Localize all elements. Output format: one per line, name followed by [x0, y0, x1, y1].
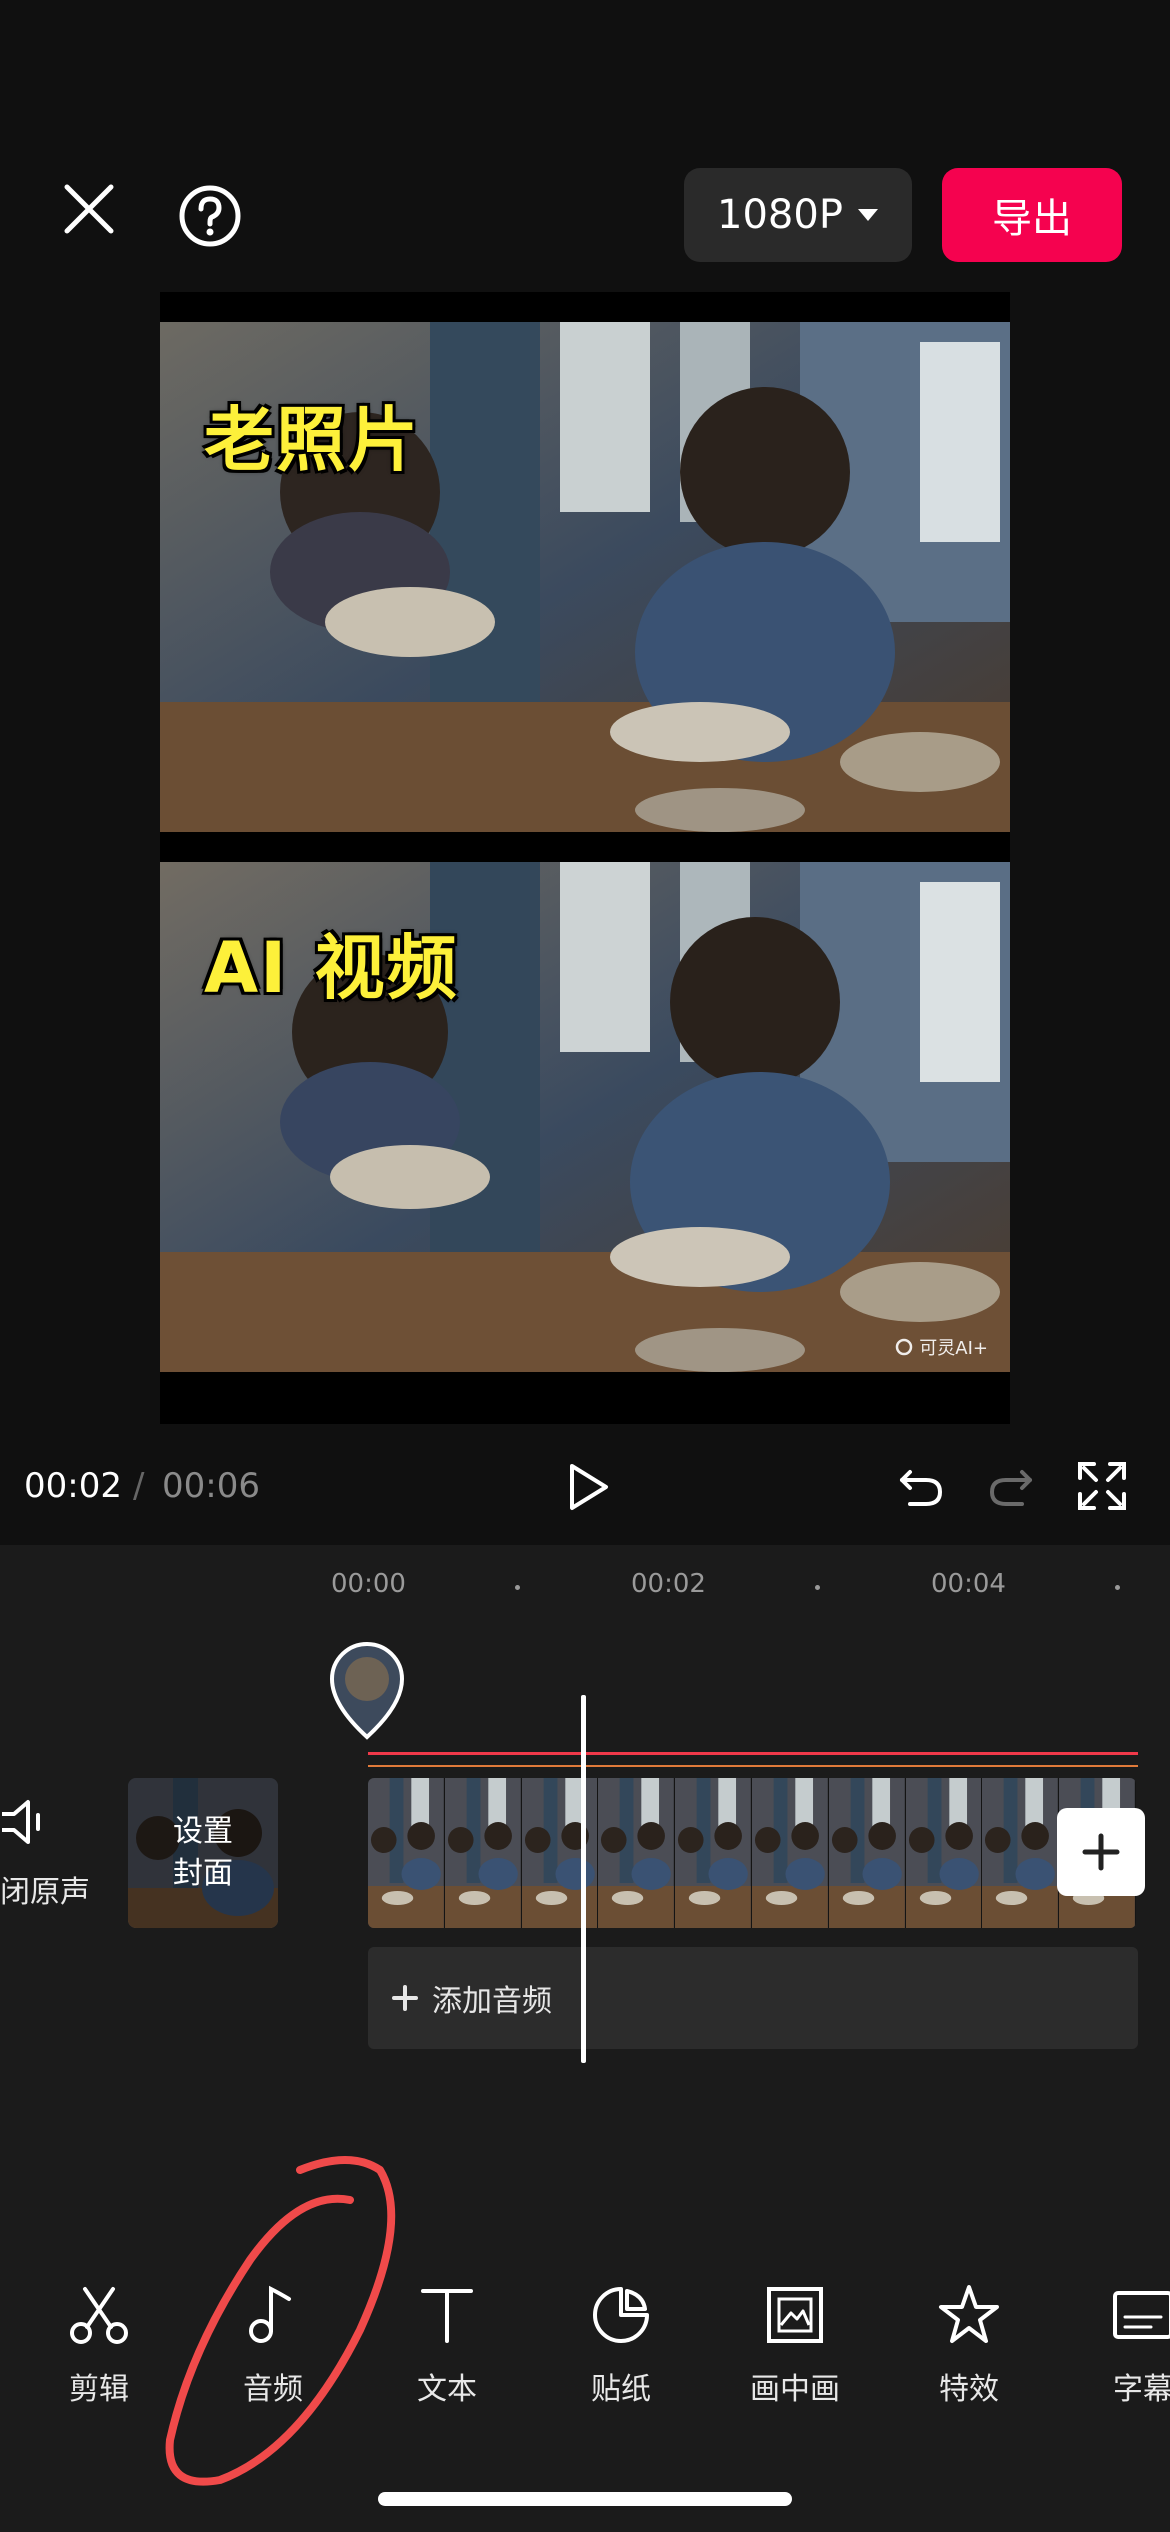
tool-label: 文本 [417, 2372, 477, 2407]
clip-frame-thumbnail [982, 1778, 1060, 1928]
help-icon [179, 185, 241, 247]
watermark: 可灵AI+ [895, 1334, 988, 1360]
fullscreen-icon[interactable] [1076, 1460, 1128, 1512]
preview-frame-ai-video: AI 视频 可灵AI+ [160, 862, 1010, 1372]
tool-effects[interactable]: 特效 [899, 2280, 1039, 2408]
music-note-icon [238, 2280, 308, 2350]
watermark-text: 可灵AI+ [919, 1338, 988, 1359]
cover-label-line1: 设置 [173, 1814, 233, 1849]
tool-edit[interactable]: 剪辑 [29, 2280, 169, 2408]
subtitle-icon [1108, 2280, 1170, 2350]
tool-label: 画中画 [750, 2372, 840, 2407]
add-audio-track-button[interactable]: 添加音频 [368, 1947, 1138, 2049]
tool-label: 贴纸 [591, 2372, 651, 2407]
tool-audio[interactable]: 音频 [203, 2280, 343, 2408]
tool-label: 剪辑 [69, 2372, 129, 2407]
cover-label-line2: 封面 [173, 1856, 233, 1891]
picture-in-picture-icon [760, 2280, 830, 2350]
tool-label: 字幕 [1113, 2372, 1170, 2407]
tool-text[interactable]: 文本 [377, 2280, 517, 2408]
play-button[interactable] [560, 1460, 614, 1514]
resolution-label: 1080P [717, 192, 843, 238]
scissors-icon [64, 2280, 134, 2350]
add-audio-label: 添加音频 [432, 1984, 552, 2019]
video-preview[interactable]: 老照片 AI 视频 可灵AI+ [160, 292, 1010, 1424]
caret-down-icon [857, 209, 878, 221]
ruler-tick-0: 00:00 [331, 1569, 406, 1599]
clip-frame-thumbnail [828, 1778, 906, 1928]
track-indicator-orange [368, 1765, 1138, 1767]
undo-icon[interactable] [896, 1460, 946, 1510]
clip-frame-thumbnail [598, 1778, 676, 1928]
total-time: 00:06 [162, 1466, 260, 1506]
clip-frame-thumbnail [751, 1778, 829, 1928]
set-cover-label: 设置 封面 [128, 1778, 278, 1928]
track-indicator-red [368, 1752, 1138, 1755]
export-button[interactable]: 导出 [942, 168, 1122, 262]
preview-frame-old-photo: 老照片 [160, 322, 1010, 832]
close-icon [64, 184, 114, 234]
speaker-icon [2, 1800, 40, 1844]
ruler-dot [515, 1585, 520, 1590]
tool-sticker[interactable]: 贴纸 [551, 2280, 691, 2408]
plus-icon [1082, 1833, 1120, 1871]
sticker-icon [586, 2280, 656, 2350]
tool-subtitle[interactable]: 字幕 [1073, 2280, 1170, 2408]
caption-old-photo: 老照片 [204, 399, 420, 481]
help-button[interactable] [170, 176, 250, 256]
tool-label: 音频 [243, 2372, 303, 2407]
close-button[interactable] [48, 168, 130, 250]
clip-frame-thumbnail [675, 1778, 752, 1928]
resolution-selector[interactable]: 1080P [684, 168, 912, 262]
time-separator: / [133, 1466, 145, 1506]
caption-ai-video: AI 视频 [204, 927, 459, 1009]
current-time: 00:02 [24, 1466, 122, 1506]
transport-bar: 00:02 / 00:06 [0, 1440, 1170, 1530]
home-indicator[interactable] [378, 2492, 792, 2506]
tool-picture-in-picture[interactable]: 画中画 [725, 2280, 865, 2408]
set-cover-button[interactable]: 设置 封面 [128, 1778, 278, 1928]
text-icon [412, 2280, 482, 2350]
ruler-tick-1: 00:02 [631, 1569, 706, 1599]
effects-star-icon [934, 2280, 1004, 2350]
clip-frame-thumbnail [521, 1778, 599, 1928]
kling-logo-icon [896, 1338, 913, 1356]
timeline-editor: 00:00 00:02 00:04 闭原声 设置 封面 添加音频 剪辑 音频 文… [0, 1545, 1170, 2532]
editor-top-area: 1080P 导出 老照片 AI 视频 可灵AI+ 00:02 / 00:06 [0, 0, 1170, 1545]
ruler-dot [815, 1585, 820, 1590]
clip-frame-thumbnail [444, 1778, 522, 1928]
ruler-dot [1115, 1585, 1120, 1590]
tool-label: 特效 [939, 2372, 999, 2407]
clip-frame-thumbnail [905, 1778, 983, 1928]
keyframe-pin-icon[interactable] [328, 1641, 406, 1741]
clip-frame-thumbnail [368, 1778, 445, 1928]
redo-icon[interactable] [986, 1460, 1036, 1510]
video-clip-track[interactable] [368, 1778, 1136, 1928]
playhead[interactable] [581, 1695, 586, 2063]
add-plus-icon [392, 1985, 418, 2011]
ruler-tick-2: 00:04 [931, 1569, 1006, 1599]
mute-original-sound-label: 闭原声 [0, 1875, 90, 1910]
add-clip-button[interactable] [1057, 1808, 1145, 1896]
bottom-toolbar: 剪辑 音频 文本 贴纸 画中画 特效 字幕 [0, 2280, 1170, 2450]
